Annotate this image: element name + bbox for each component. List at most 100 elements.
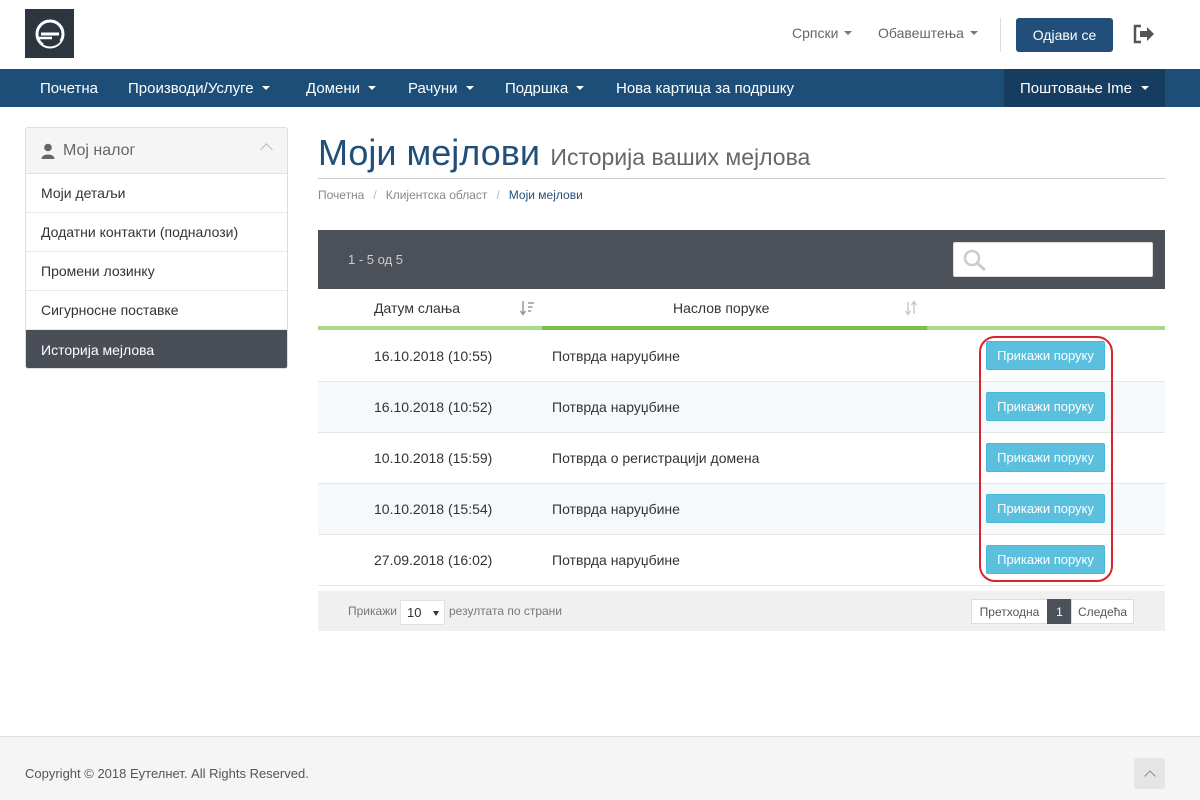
row-date: 16.10.2018 (10:55) xyxy=(374,348,493,364)
caret-down-icon xyxy=(969,31,978,35)
table-row: 10.10.2018 (15:54) Потврда наруџбине При… xyxy=(318,484,1165,535)
search-input[interactable] xyxy=(953,242,1153,277)
sort-indicator-subject xyxy=(542,326,927,330)
nav-products-label: Производи/Услуге xyxy=(128,79,254,97)
copyright-text: Copyright © 2018 Еутелнет. All Rights Re… xyxy=(25,766,309,781)
sidebar-item-security[interactable]: Сигурносне поставке xyxy=(26,291,287,330)
row-subject: Потврда наруџбине xyxy=(552,501,680,517)
table-toolbar: 1 - 5 од 5 xyxy=(318,230,1165,289)
caret-down-icon xyxy=(576,86,585,90)
results-count: 1 - 5 од 5 xyxy=(348,252,403,267)
sidebar-item-contacts[interactable]: Додатни контакти (подналози) xyxy=(26,213,287,252)
table-row: 10.10.2018 (15:59) Потврда о регистрациј… xyxy=(318,433,1165,484)
top-header: Српски Обавештења Одјави се xyxy=(0,0,1200,69)
notifications-dropdown[interactable]: Обавештења xyxy=(878,25,978,41)
nav-domains[interactable]: Домени xyxy=(306,69,376,107)
sidebar-item-email-history[interactable]: Историја мејлова xyxy=(26,330,287,368)
show-label: Прикажи xyxy=(348,604,397,618)
table-row: 27.09.2018 (16:02) Потврда наруџбине При… xyxy=(318,535,1165,586)
account-dropdown[interactable]: Поштовање Ime xyxy=(1004,69,1165,107)
view-message-button[interactable]: Прикажи поруку xyxy=(986,494,1105,523)
sign-out-icon[interactable] xyxy=(1132,24,1156,44)
breadcrumb: Почетна / Клијентска област / Моји мејло… xyxy=(318,188,583,202)
column-subject[interactable]: Наслов поруке xyxy=(673,289,769,326)
view-message-button[interactable]: Прикажи поруку xyxy=(986,392,1105,421)
sort-indicator-actions xyxy=(927,326,1165,330)
nav-new-ticket-label: Нова картица за подршку xyxy=(616,79,794,97)
column-date[interactable]: Датум слања xyxy=(374,289,460,326)
table-header: Датум слања Наслов поруке xyxy=(318,289,1165,330)
column-date-label: Датум слања xyxy=(374,299,461,316)
column-subject-label: Наслов поруке xyxy=(673,299,770,316)
user-icon xyxy=(41,143,55,159)
language-label: Српски xyxy=(792,25,839,41)
pagination-page-1[interactable]: 1 xyxy=(1047,599,1072,624)
sidebar-item-my-details[interactable]: Моји детаљи xyxy=(26,174,287,213)
sidebar-item-label: Промени лозинку xyxy=(41,263,155,279)
page-subtitle: Историја ваших мејлова xyxy=(550,144,811,170)
view-message-button[interactable]: Прикажи поруку xyxy=(986,443,1105,472)
sidebar-item-label: Моји детаљи xyxy=(41,185,126,201)
sidebar-item-label: Додатни контакти (подналози) xyxy=(41,224,239,240)
pagination-prev[interactable]: Претходна xyxy=(971,599,1048,624)
caret-down-icon xyxy=(465,86,474,90)
view-message-button[interactable]: Прикажи поруку xyxy=(986,545,1105,574)
sidebar-item-label: Сигурносне поставке xyxy=(41,302,179,318)
per-page-value: 10 xyxy=(407,605,422,620)
pagination-next[interactable]: Следећа xyxy=(1071,599,1134,624)
main-navbar: Почетна Производи/Услуге Домени Рачуни П… xyxy=(0,69,1200,107)
row-date: 10.10.2018 (15:54) xyxy=(374,501,493,517)
nav-support[interactable]: Подршка xyxy=(505,69,585,107)
nav-home-label: Почетна xyxy=(40,79,98,97)
caret-down-icon xyxy=(368,86,376,90)
caret-down-icon xyxy=(433,611,439,616)
sort-indicator-date xyxy=(318,326,542,330)
sidebar-header[interactable]: Мој налог xyxy=(26,128,287,174)
eutelnet-logo-icon xyxy=(35,19,64,48)
caret-down-icon xyxy=(261,86,270,90)
account-sidebar: Мој налог Моји детаљи Додатни контакти (… xyxy=(25,127,288,369)
table-row: 16.10.2018 (10:52) Потврда наруџбине При… xyxy=(318,382,1165,433)
chevron-up-icon[interactable] xyxy=(260,143,273,156)
logout-button[interactable]: Одјави се xyxy=(1016,18,1113,52)
breadcrumb-separator: / xyxy=(373,188,377,202)
logo[interactable] xyxy=(25,9,74,58)
view-message-button[interactable]: Прикажи поруку xyxy=(986,341,1105,370)
language-dropdown[interactable]: Српски xyxy=(792,25,853,41)
sort-desc-icon[interactable] xyxy=(520,300,534,316)
caret-down-icon xyxy=(1141,86,1150,90)
caret-down-icon xyxy=(844,31,853,35)
sort-both-icon[interactable] xyxy=(904,300,918,316)
sidebar-title: Мој налог xyxy=(63,141,136,159)
nav-support-label: Подршка xyxy=(505,79,569,97)
row-subject: Потврда наруџбине xyxy=(552,399,680,415)
pagination: Претходна 1 Следећа xyxy=(971,599,1134,624)
breadcrumb-client-area[interactable]: Клијентска област xyxy=(386,188,488,202)
breadcrumb-separator: / xyxy=(496,188,500,202)
row-date: 27.09.2018 (16:02) xyxy=(374,552,493,568)
account-label: Поштовање Ime xyxy=(1019,79,1133,97)
page-title-text: Моји мејлови xyxy=(318,132,540,173)
nav-invoices-label: Рачуни xyxy=(408,79,458,97)
back-to-top-button[interactable] xyxy=(1134,758,1165,789)
row-subject: Потврда о регистрацији домена xyxy=(552,450,760,466)
nav-invoices[interactable]: Рачуни xyxy=(408,69,474,107)
sidebar-item-label: Историја мејлова xyxy=(41,341,155,358)
nav-new-ticket[interactable]: Нова картица за подршку xyxy=(616,69,794,107)
page-footer: Copyright © 2018 Еутелнет. All Rights Re… xyxy=(0,736,1200,800)
sidebar-item-change-password[interactable]: Промени лозинку xyxy=(26,252,287,291)
breadcrumb-home[interactable]: Почетна xyxy=(318,188,364,202)
per-page-select[interactable]: 10 xyxy=(400,600,445,625)
notifications-label: Обавештења xyxy=(878,25,964,41)
divider xyxy=(1000,18,1001,52)
row-subject: Потврда наруџбине xyxy=(552,348,680,364)
row-date: 10.10.2018 (15:59) xyxy=(374,450,493,466)
nav-products[interactable]: Производи/Услуге xyxy=(128,69,270,107)
chevron-up-icon xyxy=(1143,769,1156,782)
title-divider xyxy=(318,178,1165,179)
nav-home[interactable]: Почетна xyxy=(40,69,98,107)
per-page-suffix: резултата по страни xyxy=(449,604,563,618)
row-date: 16.10.2018 (10:52) xyxy=(374,399,493,415)
table-row: 16.10.2018 (10:55) Потврда наруџбине При… xyxy=(318,331,1165,382)
row-subject: Потврда наруџбине xyxy=(552,552,680,568)
